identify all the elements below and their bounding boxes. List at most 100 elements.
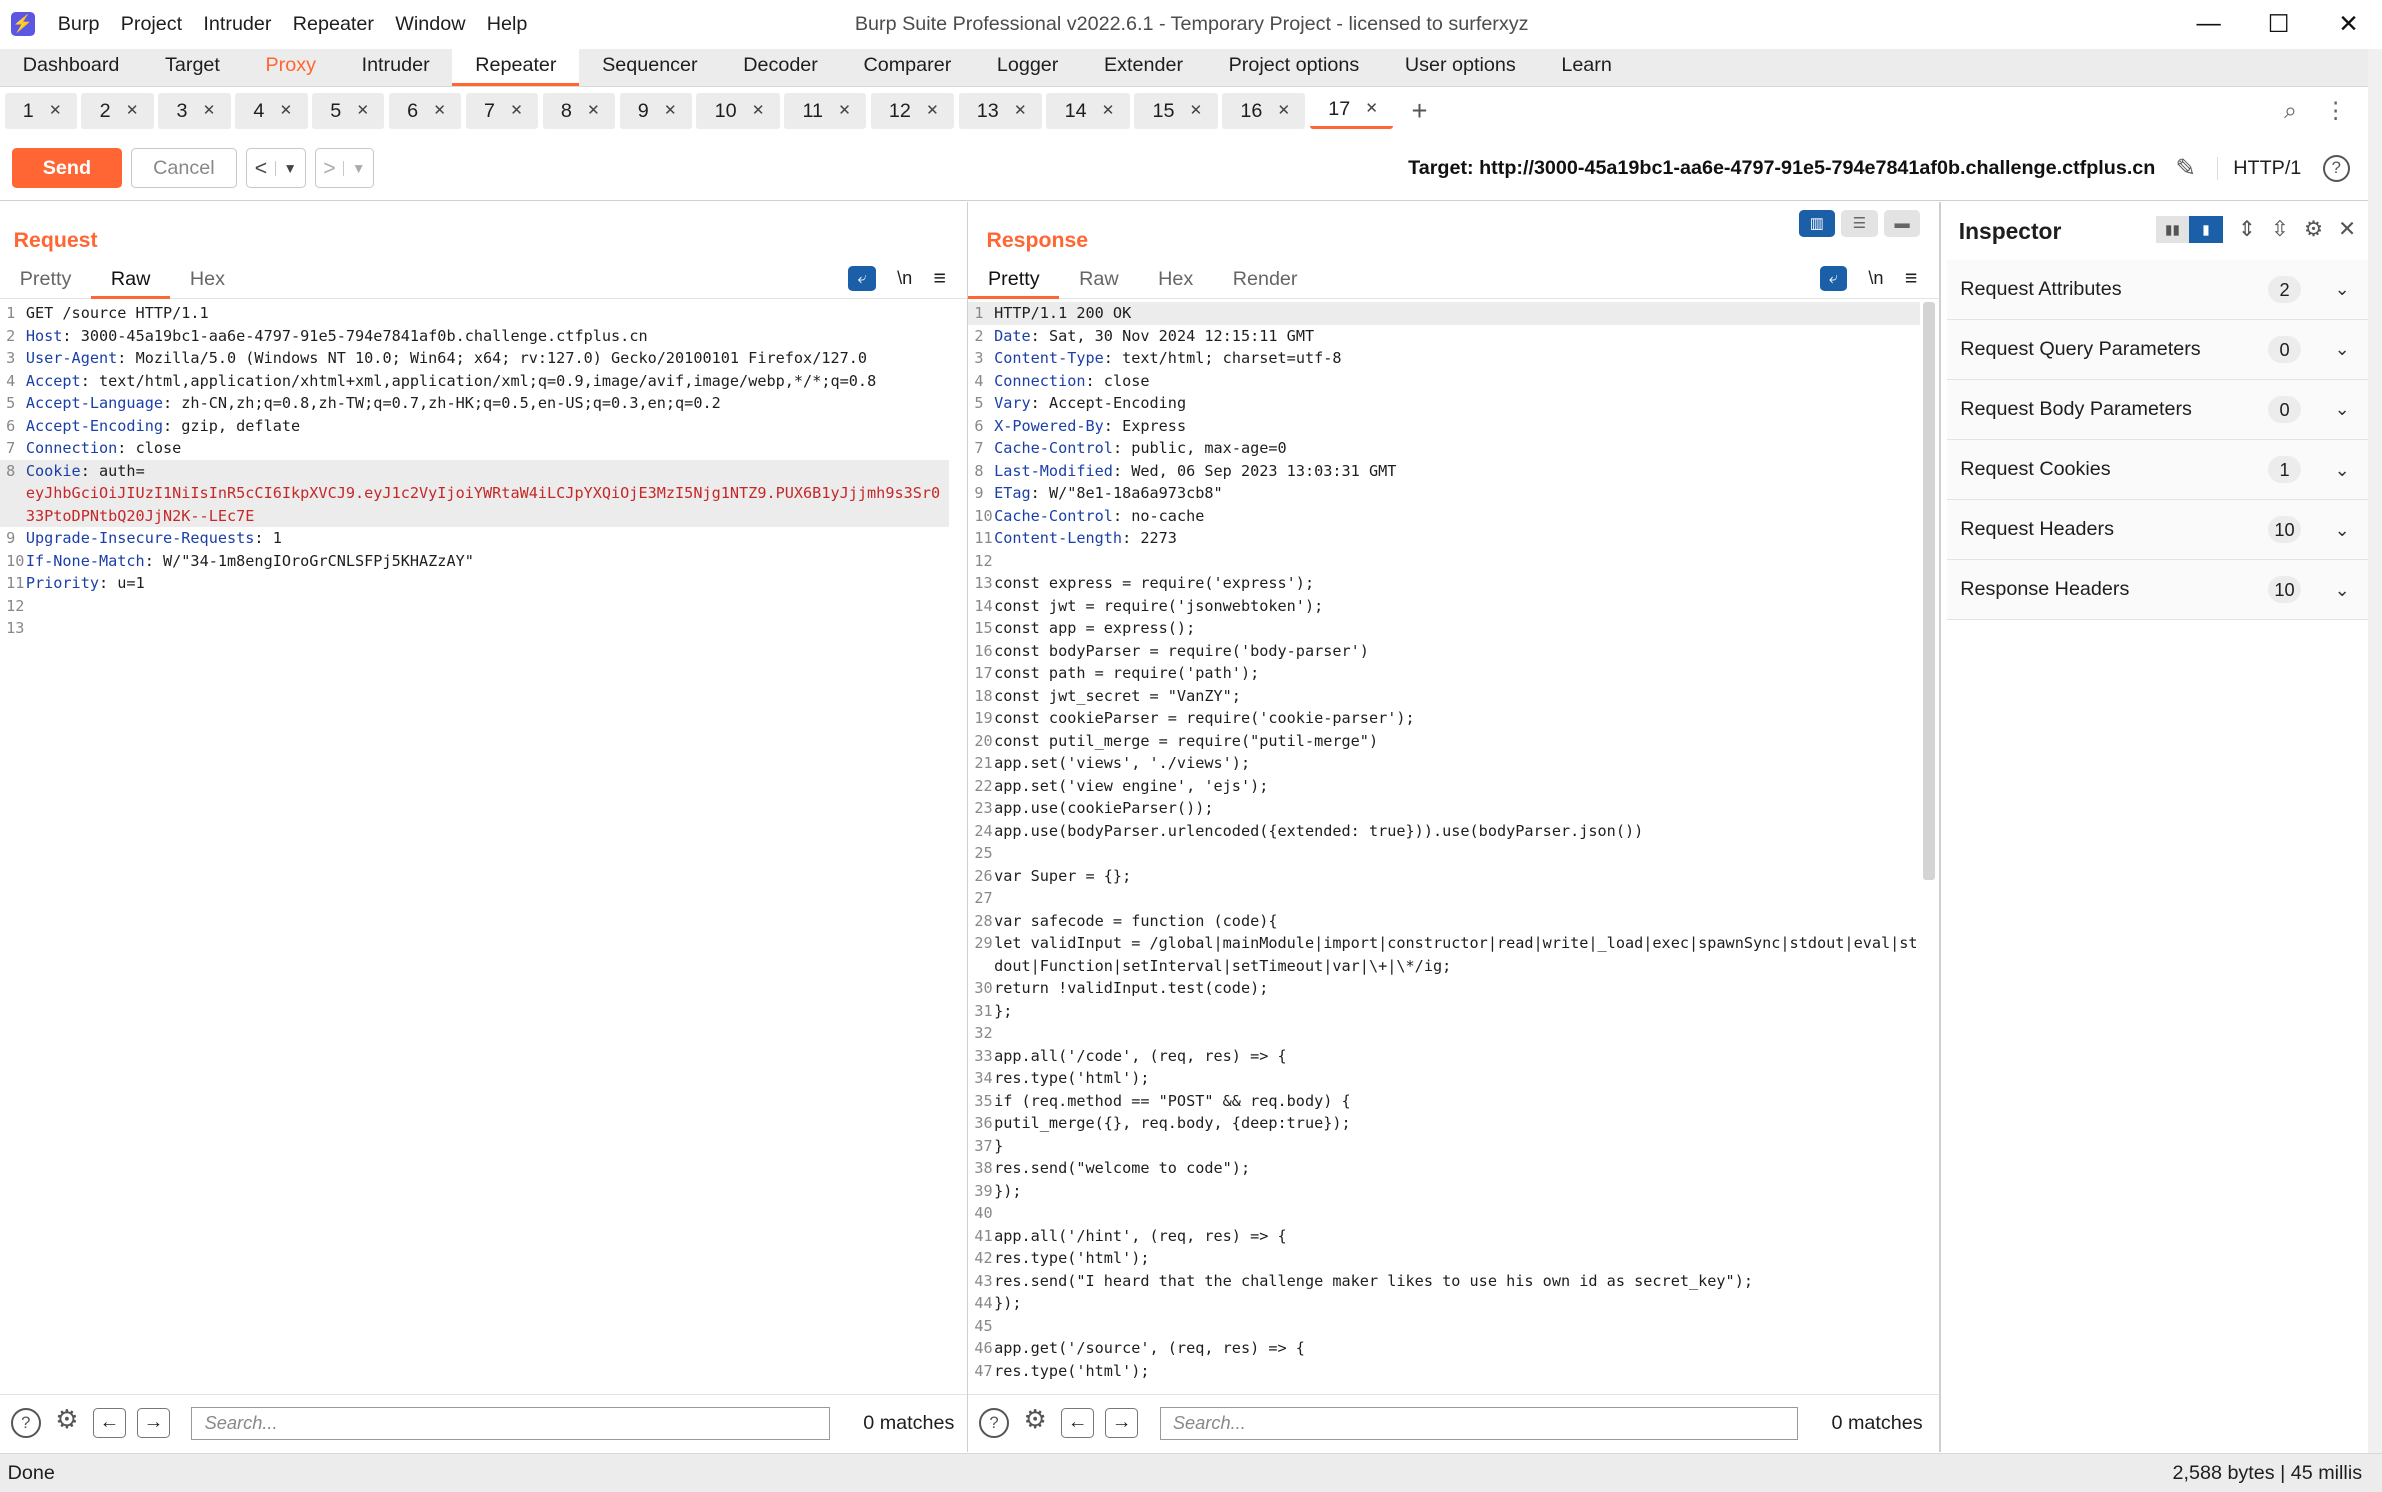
close-tab-icon[interactable]: ✕ <box>1014 93 1027 129</box>
repeater-tab-label[interactable]: 11 <box>803 93 824 129</box>
repeater-tab[interactable]: 4 ✕ <box>235 92 308 130</box>
back-arrow-icon[interactable]: < <box>247 156 275 181</box>
repeater-tab[interactable]: 3 ✕ <box>158 92 231 130</box>
response-scrollbar[interactable] <box>1923 302 1936 881</box>
repeater-tab-label[interactable]: 16 <box>1240 93 1262 129</box>
response-search-input[interactable]: Search... <box>1159 1406 1799 1440</box>
repeater-tab-label[interactable]: 17 <box>1328 91 1350 127</box>
repeater-tab[interactable]: 1 ✕ <box>4 92 77 130</box>
menu-item-burp[interactable]: Burp <box>58 13 100 36</box>
tab-logger[interactable]: Logger <box>974 48 1081 86</box>
inspector-layout-toggle[interactable]: ▮▮ ▮ <box>2155 215 2223 244</box>
repeater-tab[interactable]: 14 ✕ <box>1046 92 1130 130</box>
inspector-section[interactable]: Request Cookies 1 ⌄ <box>1946 440 2369 501</box>
search-icon[interactable]: ⌕ <box>2284 97 2297 124</box>
close-icon[interactable]: ✕ <box>2338 217 2356 242</box>
help-icon[interactable]: ? <box>2322 154 2350 182</box>
wrap-lines-icon[interactable]: ⤶ <box>848 266 876 291</box>
close-tab-icon[interactable]: ✕ <box>1190 93 1203 129</box>
repeater-tab-label[interactable]: 13 <box>977 93 999 129</box>
more-vertical-icon[interactable]: ⋮ <box>2324 97 2347 124</box>
repeater-tab[interactable]: 9 ✕ <box>619 92 692 130</box>
side-by-side-layout-icon[interactable]: ▥ <box>1798 209 1836 238</box>
inspector-section[interactable]: Request Headers 10 ⌄ <box>1946 500 2369 561</box>
inspector-section[interactable]: Response Headers 10 ⌄ <box>1946 560 2369 621</box>
protocol-label[interactable]: HTTP/1 <box>2217 156 2301 180</box>
repeater-tab[interactable]: 8 ✕ <box>542 92 615 130</box>
tab-render[interactable]: Render <box>1213 263 1317 299</box>
tab-proxy[interactable]: Proxy <box>243 48 339 86</box>
gear-icon[interactable]: ⚙ <box>52 1407 82 1438</box>
window-scrollbar[interactable] <box>2368 48 2382 1454</box>
menu-item-help[interactable]: Help <box>487 13 528 36</box>
close-tab-icon[interactable]: ✕ <box>838 93 851 129</box>
tab-hex[interactable]: Hex <box>170 263 245 299</box>
repeater-tab[interactable]: 2 ✕ <box>81 92 154 130</box>
history-forward-group[interactable]: > ▼ <box>314 148 374 188</box>
menu-icon[interactable]: ≡ <box>1905 266 1917 291</box>
tab-user-options[interactable]: User options <box>1382 48 1538 86</box>
request-search-input[interactable]: Search... <box>191 1406 830 1440</box>
tab-learn[interactable]: Learn <box>1539 48 1635 86</box>
add-tab-icon[interactable]: + <box>1412 95 1428 127</box>
repeater-tab-label[interactable]: 12 <box>889 93 911 129</box>
target-label[interactable]: Target: http://3000-45a19bc1-aa6e-4797-9… <box>1408 157 2155 180</box>
repeater-tab[interactable]: 11 ✕ <box>784 92 867 130</box>
repeater-tab-label[interactable]: 15 <box>1153 93 1175 129</box>
repeater-tab-label[interactable]: 14 <box>1065 93 1087 129</box>
tab-extender[interactable]: Extender <box>1081 48 1206 86</box>
next-arrow-icon[interactable]: → <box>1104 1408 1139 1439</box>
chevron-down-icon[interactable]: ⌄ <box>2335 278 2350 300</box>
close-tab-icon[interactable]: ✕ <box>49 93 62 129</box>
inspector-section[interactable]: Request Query Parameters 0 ⌄ <box>1946 319 2369 380</box>
newline-toggle-icon[interactable]: \n <box>897 267 912 289</box>
tab-sequencer[interactable]: Sequencer <box>579 48 720 86</box>
repeater-tab[interactable]: 17 ✕ <box>1309 91 1394 130</box>
inspector-section[interactable]: Request Body Parameters 0 ⌄ <box>1946 379 2369 440</box>
close-tab-icon[interactable]: ✕ <box>203 93 216 129</box>
menu-icon[interactable]: ≡ <box>934 266 946 291</box>
close-tab-icon[interactable]: ✕ <box>1365 91 1378 127</box>
repeater-tab-label[interactable]: 1 <box>23 93 34 129</box>
repeater-tab-label[interactable]: 5 <box>330 93 341 129</box>
repeater-tab[interactable]: 13 ✕ <box>958 92 1042 130</box>
close-tab-icon[interactable]: ✕ <box>664 93 677 129</box>
close-tab-icon[interactable]: ✕ <box>752 93 765 129</box>
minimize-icon[interactable]: — <box>2174 0 2244 49</box>
tab-pretty[interactable]: Pretty <box>0 263 91 299</box>
tab-project-options[interactable]: Project options <box>1206 48 1382 86</box>
chevron-down-icon[interactable]: ⌄ <box>2335 338 2350 360</box>
close-tab-icon[interactable]: ✕ <box>356 93 369 129</box>
cancel-button[interactable]: Cancel <box>130 148 238 188</box>
tab-hex[interactable]: Hex <box>1138 263 1213 299</box>
layout-panel-icon[interactable]: ▮ <box>2189 215 2223 244</box>
close-tab-icon[interactable]: ✕ <box>280 93 293 129</box>
close-tab-icon[interactable]: ✕ <box>510 93 523 129</box>
close-tab-icon[interactable]: ✕ <box>926 93 939 129</box>
menu-item-window[interactable]: Window <box>395 13 465 36</box>
repeater-tab[interactable]: 6 ✕ <box>388 92 462 130</box>
repeater-tab-label[interactable]: 10 <box>715 93 737 129</box>
repeater-tab-label[interactable]: 4 <box>253 93 264 129</box>
chevron-down-icon[interactable]: ⌄ <box>2335 519 2350 541</box>
expand-all-icon[interactable]: ⇕ <box>2238 217 2256 242</box>
tabbed-layout-icon[interactable]: ▬ <box>1883 209 1921 238</box>
repeater-tab-label[interactable]: 7 <box>484 93 495 129</box>
send-button[interactable]: Send <box>12 148 122 188</box>
close-tab-icon[interactable]: ✕ <box>1102 93 1115 129</box>
repeater-tab[interactable]: 16 ✕ <box>1222 92 1306 130</box>
close-tab-icon[interactable]: ✕ <box>433 93 446 129</box>
tab-comparer[interactable]: Comparer <box>841 48 974 86</box>
repeater-tab[interactable]: 7 ✕ <box>465 92 539 130</box>
tab-pretty[interactable]: Pretty <box>968 263 1060 300</box>
gear-icon[interactable]: ⚙ <box>1020 1407 1050 1438</box>
repeater-tab-label[interactable]: 8 <box>561 93 572 129</box>
collapse-all-icon[interactable]: ⇳ <box>2271 217 2289 242</box>
repeater-tab-label[interactable]: 9 <box>638 93 649 129</box>
dropdown-icon[interactable]: ▼ <box>274 160 305 176</box>
previous-arrow-icon[interactable]: ← <box>1060 1408 1095 1439</box>
repeater-tab-label[interactable]: 6 <box>407 93 418 129</box>
close-tab-icon[interactable]: ✕ <box>1278 93 1291 129</box>
repeater-tab[interactable]: 10 ✕ <box>696 92 780 130</box>
tab-target[interactable]: Target <box>142 48 242 86</box>
